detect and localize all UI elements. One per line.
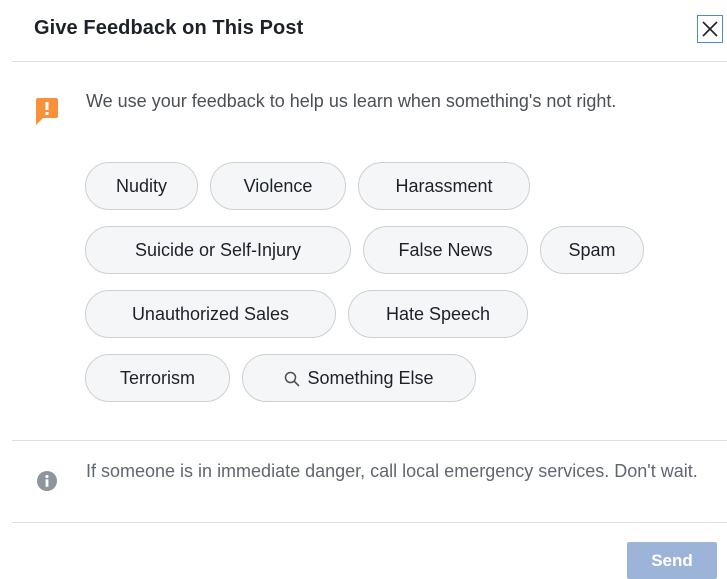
- options-divider: [12, 440, 727, 441]
- option-label: Hate Speech: [385, 303, 491, 324]
- info-icon: [37, 471, 57, 491]
- exclamation-flag-icon: [34, 96, 58, 126]
- info-message: We use your feedback to help us learn wh…: [86, 91, 617, 111]
- option-label: Violence: [243, 175, 313, 196]
- dialog-title: Give Feedback on This Post: [34, 17, 304, 39]
- option-suicide-self-injury[interactable]: Suicide or Self-Injury: [85, 226, 351, 274]
- emergency-notice: If someone is in immediate danger, call …: [86, 461, 698, 481]
- option-label: Spam: [568, 239, 616, 260]
- option-harassment[interactable]: Harassment: [358, 162, 530, 210]
- footer-divider: [12, 522, 727, 523]
- option-label: Terrorism: [120, 367, 195, 388]
- option-something-else[interactable]: Something Else: [242, 354, 476, 402]
- option-label: Something Else: [307, 367, 434, 388]
- header-divider: [12, 61, 727, 62]
- dialog-header: Give Feedback on This Post: [0, 0, 727, 62]
- option-label: Unauthorized Sales: [131, 303, 290, 324]
- close-button[interactable]: [697, 15, 723, 43]
- option-hate-speech[interactable]: Hate Speech: [348, 290, 528, 338]
- option-nudity[interactable]: Nudity: [85, 162, 198, 210]
- option-false-news[interactable]: False News: [363, 226, 528, 274]
- send-button[interactable]: Send: [627, 542, 717, 579]
- option-spam[interactable]: Spam: [540, 226, 644, 274]
- option-label: Suicide or Self-Injury: [134, 239, 302, 260]
- option-label: Harassment: [395, 175, 493, 196]
- option-terrorism[interactable]: Terrorism: [85, 354, 230, 402]
- option-violence[interactable]: Violence: [210, 162, 346, 210]
- option-label: False News: [398, 239, 493, 260]
- search-icon: [285, 371, 301, 387]
- close-icon: [702, 21, 718, 37]
- option-label: Nudity: [115, 175, 168, 196]
- option-unauthorized-sales[interactable]: Unauthorized Sales: [85, 290, 336, 338]
